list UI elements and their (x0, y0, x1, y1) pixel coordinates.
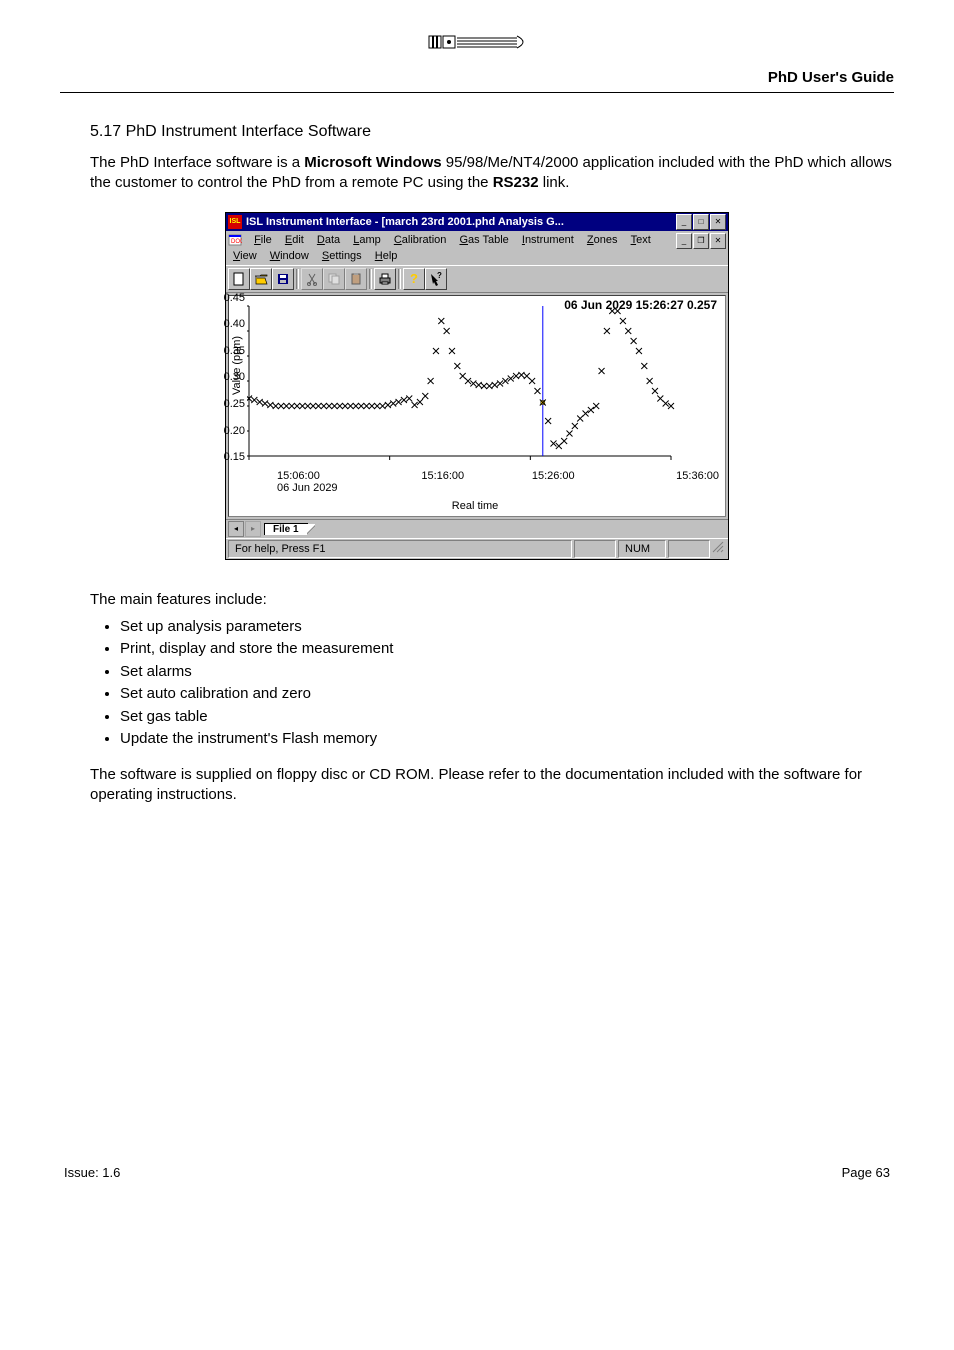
menu-lamp[interactable]: Lamp (348, 232, 386, 248)
help-about-button[interactable]: ? (403, 268, 425, 290)
x-axis-ticks: 15:06:0006 Jun 2029 15:16:00 15:26:00 15… (277, 470, 719, 494)
open-button[interactable] (250, 268, 272, 290)
context-help-button[interactable]: ? (425, 268, 447, 290)
close-button[interactable]: ✕ (710, 214, 726, 230)
features-list: Set up analysis parameters Print, displa… (60, 616, 894, 751)
title-bar[interactable]: ISL ISL Instrument Interface - [march 23… (226, 213, 728, 231)
mdi-document-icon[interactable]: DOC (228, 234, 242, 246)
copy-button[interactable] (323, 268, 345, 290)
toolbar: ? ? (226, 265, 728, 293)
print-button[interactable] (374, 268, 396, 290)
cut-button[interactable] (301, 268, 323, 290)
menu-calibration[interactable]: Calibration (389, 232, 452, 248)
paste-button[interactable] (345, 268, 367, 290)
status-pane-1 (574, 540, 616, 558)
footer-issue: Issue: 1.6 (64, 1165, 120, 1180)
app-icon: ISL (228, 215, 242, 229)
feature-item: Update the instrument's Flash memory (120, 728, 894, 751)
app-screenshot: ISL ISL Instrument Interface - [march 23… (225, 212, 729, 560)
tab-scroll-right[interactable]: ▸ (245, 521, 261, 537)
svg-text:DOC: DOC (231, 239, 242, 245)
closing-paragraph: The software is supplied on floppy disc … (90, 765, 894, 806)
menu-gas-table[interactable]: Gas Table (454, 232, 513, 248)
menu-data[interactable]: Data (312, 232, 345, 248)
menu-file-rest: ile (261, 234, 272, 246)
minimize-button[interactable]: _ (676, 214, 692, 230)
save-button[interactable] (272, 268, 294, 290)
menu-instrument[interactable]: Instrument (517, 232, 579, 248)
tab-file-1[interactable]: File 1 (264, 523, 308, 535)
chart-area[interactable]: 06 Jun 2029 15:26:27 0.257 Value (ppm) 0… (228, 295, 726, 517)
menu-bar: DOC File Edit Data Lamp Calibration Gas … (226, 231, 728, 265)
section-title: 5.17 PhD Instrument Interface Software (90, 123, 894, 141)
new-button[interactable] (228, 268, 250, 290)
mdi-restore-button[interactable]: ❐ (693, 233, 709, 249)
page-footer: Issue: 1.6 Page 63 (60, 1165, 894, 1180)
header-logo (60, 30, 894, 57)
feature-item: Set gas table (120, 706, 894, 729)
feature-item: Set up analysis parameters (120, 616, 894, 639)
mdi-close-button[interactable]: ✕ (710, 233, 726, 249)
window-title: ISL Instrument Interface - [march 23rd 2… (246, 216, 675, 228)
tab-bar: ◂ ▸ File 1 (226, 519, 728, 538)
menu-help[interactable]: Help (370, 248, 403, 264)
status-text: For help, Press F1 (228, 540, 572, 558)
menu-file[interactable]: File (249, 232, 277, 248)
menu-zones[interactable]: Zones (582, 232, 623, 248)
menu-window[interactable]: Window (265, 248, 314, 264)
intro-paragraph: The PhD Interface software is a Microsof… (90, 153, 894, 194)
para1-bold-windows: Microsoft Windows (304, 154, 441, 171)
page-header-title: PhD User's Guide (60, 69, 894, 86)
para1-bold-rs232: RS232 (493, 174, 539, 191)
svg-text:?: ? (437, 272, 442, 280)
header-rule (60, 92, 894, 93)
status-bar: For help, Press F1 NUM (226, 538, 728, 559)
chart-svg (247, 300, 719, 470)
feature-item: Print, display and store the measurement (120, 638, 894, 661)
features-intro: The main features include: (90, 590, 894, 610)
cursor-readout: 06 Jun 2029 15:26:27 0.257 (564, 298, 717, 312)
tab-scroll-left[interactable]: ◂ (228, 521, 244, 537)
status-pane-2 (668, 540, 710, 558)
feature-item: Set alarms (120, 661, 894, 684)
feature-item: Set auto calibration and zero (120, 683, 894, 706)
footer-page: Page 63 (842, 1165, 890, 1180)
menu-settings[interactable]: Settings (317, 248, 367, 264)
para1-post: link. (539, 174, 570, 191)
resize-grip[interactable] (710, 541, 726, 556)
menu-edit[interactable]: Edit (280, 232, 309, 248)
menu-view[interactable]: View (228, 248, 262, 264)
menu-text[interactable]: Text (626, 232, 656, 248)
mdi-minimize-button[interactable]: _ (676, 233, 692, 249)
para1-pre: The PhD Interface software is a (90, 154, 304, 171)
x-axis-label: Real time (231, 500, 719, 512)
maximize-button[interactable]: □ (693, 214, 709, 230)
status-num: NUM (618, 540, 666, 558)
